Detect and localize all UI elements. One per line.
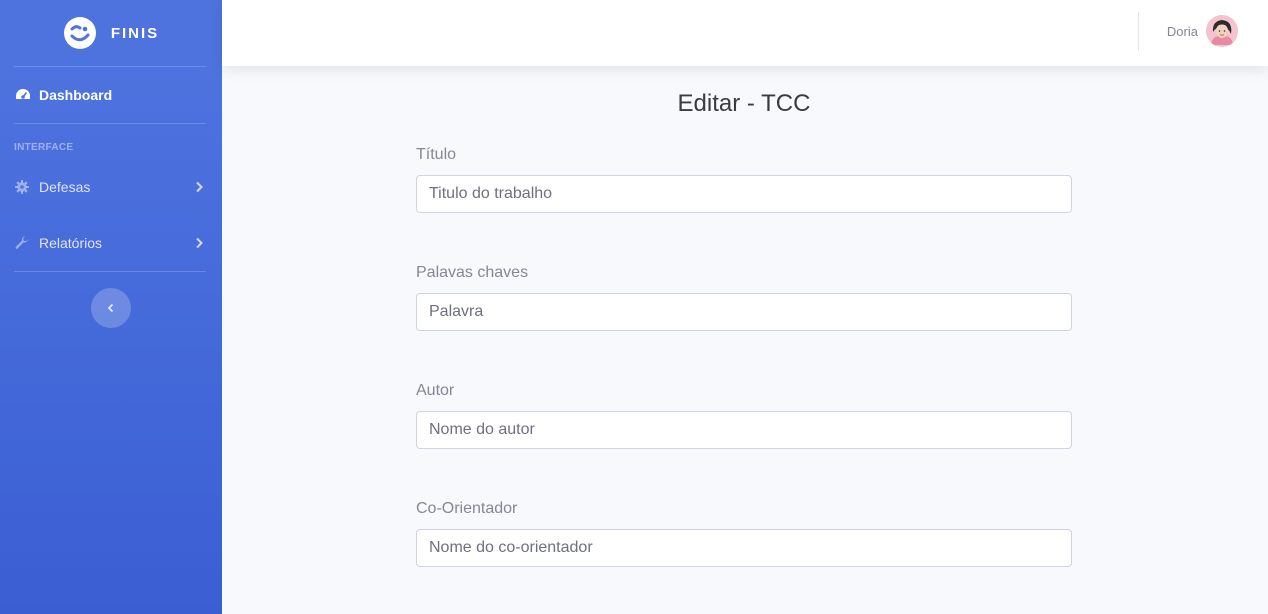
user-menu[interactable]: Doria xyxy=(1167,15,1238,47)
sidebar-toggle-wrapper xyxy=(0,272,222,328)
page-title: Editar - TCC xyxy=(677,90,811,117)
sidebar-item-relatorios[interactable]: Relatórios xyxy=(0,215,222,271)
sidebar-item-dashboard[interactable]: Dashboard xyxy=(0,67,222,123)
brand-link[interactable]: FINIS xyxy=(0,0,222,66)
sidebar-heading: INTERFACE xyxy=(14,142,74,153)
co-orientador-label: Co-Orientador xyxy=(416,500,518,517)
sidebar-item-label: Defesas xyxy=(39,179,91,195)
autor-label: Autor xyxy=(416,382,455,399)
sidebar: FINIS Dashboard INTERFACE Defesas Relató… xyxy=(0,0,222,614)
topbar-divider xyxy=(1138,12,1139,51)
palavras-chaves-label: Palavas chaves xyxy=(416,264,529,281)
main-content: Editar - TCC Título Palavas chaves Autor… xyxy=(222,66,1268,614)
user-name: Doria xyxy=(1166,23,1198,39)
chevron-left-icon xyxy=(107,303,114,313)
sidebar-item-label: Relatórios xyxy=(39,235,103,251)
avatar xyxy=(1206,15,1238,47)
sidebar-item-defesas[interactable]: Defesas xyxy=(0,159,222,215)
sidebar-item-label: Dashboard xyxy=(39,87,113,103)
titulo-label: Título xyxy=(416,146,457,163)
chevron-right-icon xyxy=(196,237,203,249)
palavras-chaves-input[interactable] xyxy=(416,293,1072,331)
tachometer-icon xyxy=(15,87,31,103)
sidebar-toggle-button[interactable] xyxy=(91,288,131,328)
topbar: Doria xyxy=(222,0,1268,66)
wrench-icon xyxy=(15,235,31,251)
brand-logo-icon xyxy=(63,17,96,49)
titulo-input[interactable] xyxy=(416,175,1072,213)
autor-input[interactable] xyxy=(416,411,1072,449)
brand-name: FINIS xyxy=(110,24,160,42)
co-orientador-input[interactable] xyxy=(416,529,1072,567)
gear-icon xyxy=(15,179,31,195)
chevron-right-icon xyxy=(196,181,203,193)
